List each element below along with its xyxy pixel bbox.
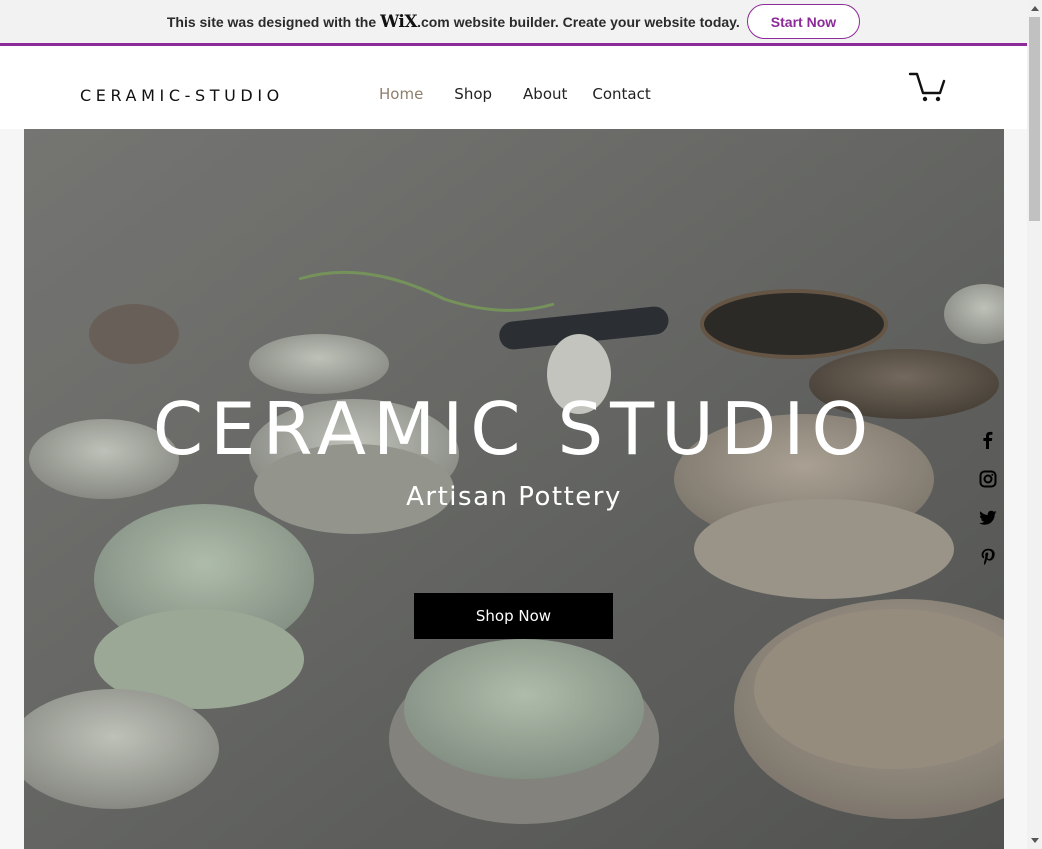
- nav-item-shop[interactable]: Shop: [441, 85, 505, 103]
- pinterest-icon[interactable]: [978, 547, 998, 567]
- scrollbar[interactable]: [1027, 0, 1042, 849]
- hero-section: CERAMIC STUDIO Artisan Pottery Shop Now: [24, 129, 1004, 849]
- hero-title: CERAMIC STUDIO: [152, 387, 876, 471]
- cart-icon[interactable]: [908, 71, 948, 103]
- wix-logo[interactable]: WiX .com: [380, 12, 450, 32]
- nav-item-about[interactable]: About: [510, 85, 580, 103]
- nav-item-contact[interactable]: Contact: [579, 85, 663, 103]
- facebook-icon[interactable]: [978, 430, 998, 450]
- twitter-icon[interactable]: [978, 508, 998, 528]
- scroll-up-arrow-icon[interactable]: [1031, 6, 1039, 11]
- main-nav: Home Shop About Contact: [366, 85, 664, 103]
- scroll-down-arrow-icon[interactable]: [1031, 838, 1039, 843]
- wix-logo-text: WiX: [380, 11, 418, 32]
- banner-text: This site was designed with the WiX .com …: [167, 12, 740, 32]
- site-header: CERAMIC-STUDIO Home Shop About Contact: [0, 49, 1027, 129]
- site-title[interactable]: CERAMIC-STUDIO: [80, 86, 284, 105]
- scrollbar-thumb[interactable]: [1029, 17, 1040, 221]
- hero-subtitle: Artisan Pottery: [406, 482, 622, 512]
- banner-text-after: website builder. Create your website tod…: [453, 13, 740, 30]
- banner-text-before: This site was designed with the: [166, 13, 377, 30]
- start-now-button[interactable]: Start Now: [746, 4, 861, 39]
- instagram-icon[interactable]: [978, 469, 998, 489]
- wix-banner: This site was designed with the WiX .com …: [0, 0, 1027, 46]
- shop-now-button[interactable]: Shop Now: [414, 593, 613, 639]
- nav-item-home[interactable]: Home: [366, 85, 436, 103]
- page: CERAMIC-STUDIO Home Shop About Contact C…: [0, 49, 1027, 849]
- wix-dotcom: .com: [417, 13, 450, 30]
